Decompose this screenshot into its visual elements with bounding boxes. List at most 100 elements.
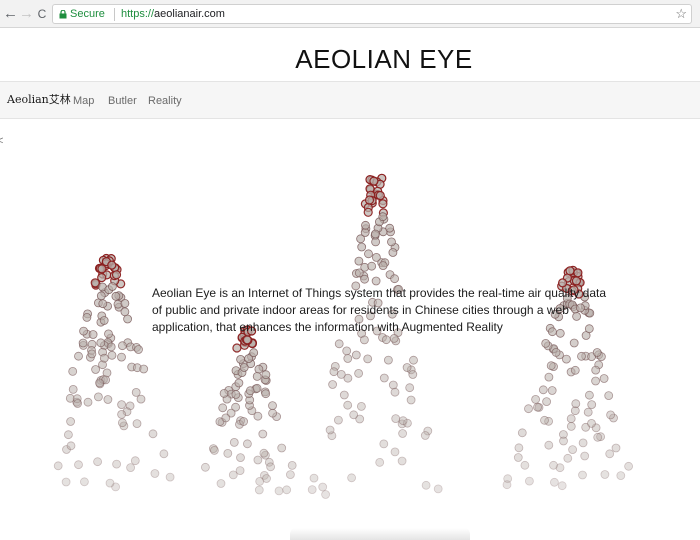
url-host: aeolianair.com — [154, 8, 225, 20]
back-icon[interactable]: ← — [3, 6, 18, 22]
particle-dot — [433, 484, 443, 494]
particle-dot — [585, 390, 594, 400]
particle-dot — [420, 431, 430, 440]
particle-dot — [111, 291, 121, 301]
particle-dot — [261, 389, 271, 399]
particle-dot — [371, 237, 381, 247]
particle-dot — [381, 335, 391, 345]
particle-dot — [542, 397, 551, 407]
particle-dot — [253, 411, 263, 421]
particle-dot — [105, 478, 115, 488]
particle-dot — [112, 459, 121, 469]
particle-dot — [390, 387, 400, 397]
particle-dot — [74, 351, 83, 361]
particle-dot — [68, 384, 78, 394]
particle-dot — [604, 391, 614, 401]
particle-dot — [223, 448, 233, 458]
particle-dot — [371, 252, 381, 262]
particle-dot — [91, 365, 100, 374]
particle-dot — [83, 397, 93, 407]
particle-dot — [546, 361, 556, 371]
particle-dot — [231, 390, 241, 399]
particle-dot — [328, 380, 338, 389]
particle-dot — [120, 307, 130, 317]
particle-dot — [544, 440, 554, 450]
particle-dot — [587, 418, 596, 428]
particle-dot — [134, 345, 143, 354]
particle-dot — [64, 430, 73, 440]
particle-dot — [261, 370, 271, 380]
particle-dot — [53, 461, 63, 471]
particle-dot — [421, 480, 431, 490]
nav-link-map[interactable]: Map — [73, 93, 94, 109]
particle-dot — [592, 348, 602, 357]
url-text[interactable]: https://aeolianair.com — [121, 7, 225, 21]
particle-dot — [356, 234, 366, 244]
particle-dot — [514, 443, 524, 453]
address-bar[interactable]: Secure https://aeolianair.com ☆ — [52, 4, 692, 24]
particle-dot — [80, 477, 89, 487]
particle-dot — [117, 409, 126, 419]
particle-dot — [533, 402, 542, 412]
particle-dot — [611, 443, 621, 453]
particle-dot — [402, 363, 412, 372]
particle-dot — [98, 299, 108, 309]
particle-dot — [118, 418, 127, 428]
reload-icon[interactable]: C — [35, 6, 49, 22]
particle-dot — [66, 441, 76, 451]
particle-dot — [95, 378, 104, 388]
nav-link-reality[interactable]: Reality — [148, 93, 182, 109]
particle-dot — [544, 372, 554, 382]
particle-dot — [334, 339, 344, 349]
particle-dot — [249, 348, 259, 358]
particle-dot — [266, 462, 276, 472]
particle-dot — [547, 386, 557, 395]
particle-dot — [219, 388, 229, 398]
brand-logo[interactable]: Aeolian艾林 — [7, 92, 71, 108]
page: ← → C Secure https://aeolianair.com ☆ AE… — [0, 0, 700, 540]
particle-dot — [541, 338, 551, 348]
forward-icon[interactable]: → — [19, 6, 34, 22]
particle-dot — [309, 473, 319, 483]
particle-dot — [342, 346, 352, 356]
particle-dot — [347, 473, 357, 483]
particle-dot — [139, 364, 149, 374]
particle-dot — [97, 264, 107, 274]
particle-dot — [216, 479, 226, 488]
particle-dot — [274, 486, 284, 496]
particle-dot — [343, 400, 353, 410]
particle-dot — [398, 416, 408, 426]
particle-dot — [367, 261, 377, 271]
particle-dot — [356, 401, 366, 411]
particle-dot — [132, 419, 142, 429]
particle-dot — [531, 394, 540, 404]
particle-dot — [229, 437, 239, 447]
particle-dot — [408, 370, 418, 379]
particle-dot — [370, 229, 380, 239]
particle-dot — [236, 354, 246, 364]
particle-dot — [209, 445, 219, 455]
particle-dot — [235, 466, 245, 476]
particle-dot — [390, 447, 400, 457]
particle-dot — [239, 363, 249, 372]
bookmark-star-icon[interactable]: ☆ — [675, 5, 687, 23]
particle-dot — [580, 451, 590, 461]
particle-dot — [107, 350, 117, 360]
particle-dot — [369, 176, 379, 186]
particle-dot — [268, 401, 277, 411]
particle-dot — [397, 456, 407, 466]
particle-dot — [88, 330, 98, 339]
particle-dot — [79, 326, 88, 336]
particle-dot — [557, 481, 567, 491]
particle-dot — [307, 485, 317, 495]
particle-dot — [66, 417, 75, 426]
particle-dot — [252, 383, 262, 393]
particle-dot — [354, 256, 364, 266]
particle-dot — [565, 266, 575, 276]
particle-dot — [540, 415, 549, 425]
particle-dot — [378, 261, 388, 271]
url-scheme: https:// — [121, 8, 155, 20]
nav-link-butler[interactable]: Butler — [108, 93, 137, 109]
particle-dot — [398, 429, 408, 438]
particle-dot — [123, 314, 132, 324]
